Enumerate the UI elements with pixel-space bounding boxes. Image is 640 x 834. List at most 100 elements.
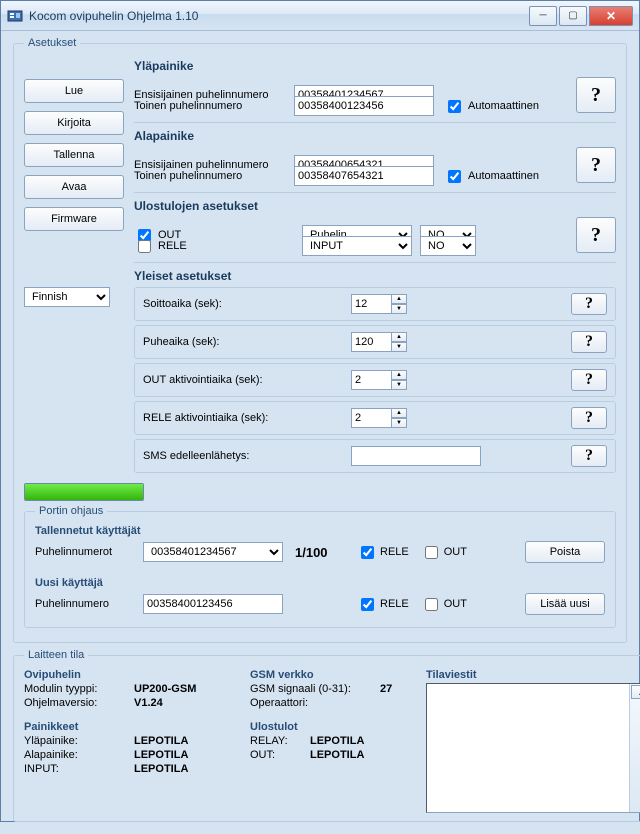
phonelist-label: Puhelinnumerot <box>35 546 131 558</box>
down-icon[interactable]: ▼ <box>391 380 407 390</box>
add-new-button[interactable]: Lisää uusi <box>525 593 605 615</box>
smsfwd-label: SMS edelleenlähetys: <box>143 450 343 462</box>
delete-button[interactable]: Poista <box>525 541 605 563</box>
outputs-subhdr: Ulostulot <box>250 721 410 733</box>
down-icon[interactable]: ▼ <box>391 418 407 428</box>
down-icon[interactable]: ▼ <box>391 342 407 352</box>
outputs-help-button[interactable]: ? <box>576 217 616 253</box>
lower-secondary-label: Toinen puhelinnumero <box>134 170 294 182</box>
device-status-legend: Laitteen tila <box>24 649 88 661</box>
input-state-value: LEPOTILA <box>134 763 188 775</box>
phonelist-select[interactable]: 00358401234567 <box>143 542 283 562</box>
new-user-subhdr: Uusi käyttäjä <box>35 577 605 589</box>
operator-label: Operaattori: <box>250 697 380 709</box>
buttons-subhdr: Painikkeet <box>24 721 234 733</box>
messages-textarea[interactable]: ▲ <box>426 683 640 813</box>
write-button[interactable]: Kirjoita <box>24 111 124 135</box>
upper-secondary-label: Toinen puhelinnumero <box>134 100 294 112</box>
rele-mode-select[interactable]: INPUT <box>302 236 412 256</box>
talktime-help[interactable]: ? <box>571 331 607 353</box>
app-window: Kocom ovipuhelin Ohjelma 1.10 ─ ▢ ✕ Aset… <box>0 0 640 822</box>
outact-label: OUT aktivointiaika (sek): <box>143 374 343 386</box>
rele-nc-select[interactable]: NO <box>420 236 476 256</box>
up-icon[interactable]: ▲ <box>391 332 407 342</box>
lower-auto-checkbox[interactable] <box>448 170 461 183</box>
phonelist-count: 1/100 <box>295 545 345 560</box>
scrollbar[interactable]: ▲ <box>629 684 640 812</box>
smsfwd-help[interactable]: ? <box>571 445 607 467</box>
new-out-checkbox[interactable] <box>425 598 438 611</box>
upper-secondary-input[interactable] <box>294 96 434 116</box>
window-buttons: ─ ▢ ✕ <box>527 6 633 26</box>
lower-button-title: Alapainike <box>134 129 616 143</box>
smsfwd-input[interactable] <box>351 446 481 466</box>
device-status-group: Laitteen tila Ovipuhelin Modulin tyyppi:… <box>13 649 640 822</box>
relay-state-label: RELAY: <box>250 735 310 747</box>
releact-label: RELE aktivointiaika (sek): <box>143 412 343 424</box>
settings-legend: Asetukset <box>24 37 80 49</box>
upper-button-title: Yläpainike <box>134 59 616 73</box>
releact-help[interactable]: ? <box>571 407 607 429</box>
rele-checkbox[interactable] <box>138 240 151 253</box>
upper-help-button[interactable]: ? <box>576 77 616 113</box>
out-state-value: LEPOTILA <box>310 749 364 761</box>
rele-label: RELE <box>158 240 187 252</box>
saved-users-subhdr: Tallennetut käyttäjät <box>35 525 605 537</box>
relay-state-value: LEPOTILA <box>310 735 364 747</box>
outact-help[interactable]: ? <box>571 369 607 391</box>
up-icon[interactable]: ▲ <box>391 294 407 304</box>
open-button[interactable]: Avaa <box>24 175 124 199</box>
outputs-title: Ulostulojen asetukset <box>134 199 616 213</box>
fw-label: Ohjelmaversio: <box>24 697 134 709</box>
lower-state-label: Alapainike: <box>24 749 134 761</box>
saved-rele-checkbox[interactable] <box>361 546 374 559</box>
close-button[interactable]: ✕ <box>589 6 633 26</box>
outact-spinner[interactable]: ▲▼ <box>351 370 407 390</box>
sidebar: Lue Kirjoita Tallenna Avaa Firmware Finn… <box>24 55 124 477</box>
talktime-spinner[interactable]: ▲▼ <box>351 332 407 352</box>
scroll-up-icon[interactable]: ▲ <box>631 685 640 699</box>
language-select[interactable]: Finnish <box>24 287 110 307</box>
upper-auto-label: Automaattinen <box>468 100 539 112</box>
titlebar: Kocom ovipuhelin Ohjelma 1.10 ─ ▢ ✕ <box>1 1 639 31</box>
saved-out-checkbox[interactable] <box>425 546 438 559</box>
up-icon[interactable]: ▲ <box>391 370 407 380</box>
lower-help-button[interactable]: ? <box>576 147 616 183</box>
module-type-value: UP200-GSM <box>134 683 196 695</box>
up-icon[interactable]: ▲ <box>391 408 407 418</box>
ringtime-help[interactable]: ? <box>571 293 607 315</box>
ringtime-spinner[interactable]: ▲▼ <box>351 294 407 314</box>
firmware-button[interactable]: Firmware <box>24 207 124 231</box>
newphone-input[interactable] <box>143 594 283 614</box>
save-button[interactable]: Tallenna <box>24 143 124 167</box>
content: Asetukset Lue Kirjoita Tallenna Avaa Fir… <box>1 31 639 834</box>
window-title: Kocom ovipuhelin Ohjelma 1.10 <box>29 9 527 23</box>
down-icon[interactable]: ▼ <box>391 304 407 314</box>
general-title: Yleiset asetukset <box>134 269 616 283</box>
maximize-button[interactable]: ▢ <box>559 6 587 26</box>
doorphone-subhdr: Ovipuhelin <box>24 669 234 681</box>
releact-spinner[interactable]: ▲▼ <box>351 408 407 428</box>
progress-bar <box>24 483 144 501</box>
upper-state-label: Yläpainike: <box>24 735 134 747</box>
out-state-label: OUT: <box>250 749 310 761</box>
input-state-label: INPUT: <box>24 763 134 775</box>
new-rele-checkbox[interactable] <box>361 598 374 611</box>
read-button[interactable]: Lue <box>24 79 124 103</box>
app-icon <box>7 8 23 24</box>
talktime-label: Puheaika (sek): <box>143 336 343 348</box>
fw-value: V1.24 <box>134 697 163 709</box>
lower-auto-label: Automaattinen <box>468 170 539 182</box>
settings-right: Yläpainike Ensisijainen puhelinnumero ? … <box>134 55 616 477</box>
port-control-group: Portin ohjaus Tallennetut käyttäjät Puhe… <box>24 505 616 628</box>
lower-state-value: LEPOTILA <box>134 749 188 761</box>
messages-subhdr: Tilaviestit <box>426 669 640 681</box>
ringtime-label: Soittoaika (sek): <box>143 298 343 310</box>
newphone-label: Puhelinnumero <box>35 598 131 610</box>
upper-auto-checkbox[interactable] <box>448 100 461 113</box>
upper-state-value: LEPOTILA <box>134 735 188 747</box>
lower-secondary-input[interactable] <box>294 166 434 186</box>
minimize-button[interactable]: ─ <box>529 6 557 26</box>
gsm-signal-value: 27 <box>380 683 392 695</box>
port-control-legend: Portin ohjaus <box>35 505 107 517</box>
